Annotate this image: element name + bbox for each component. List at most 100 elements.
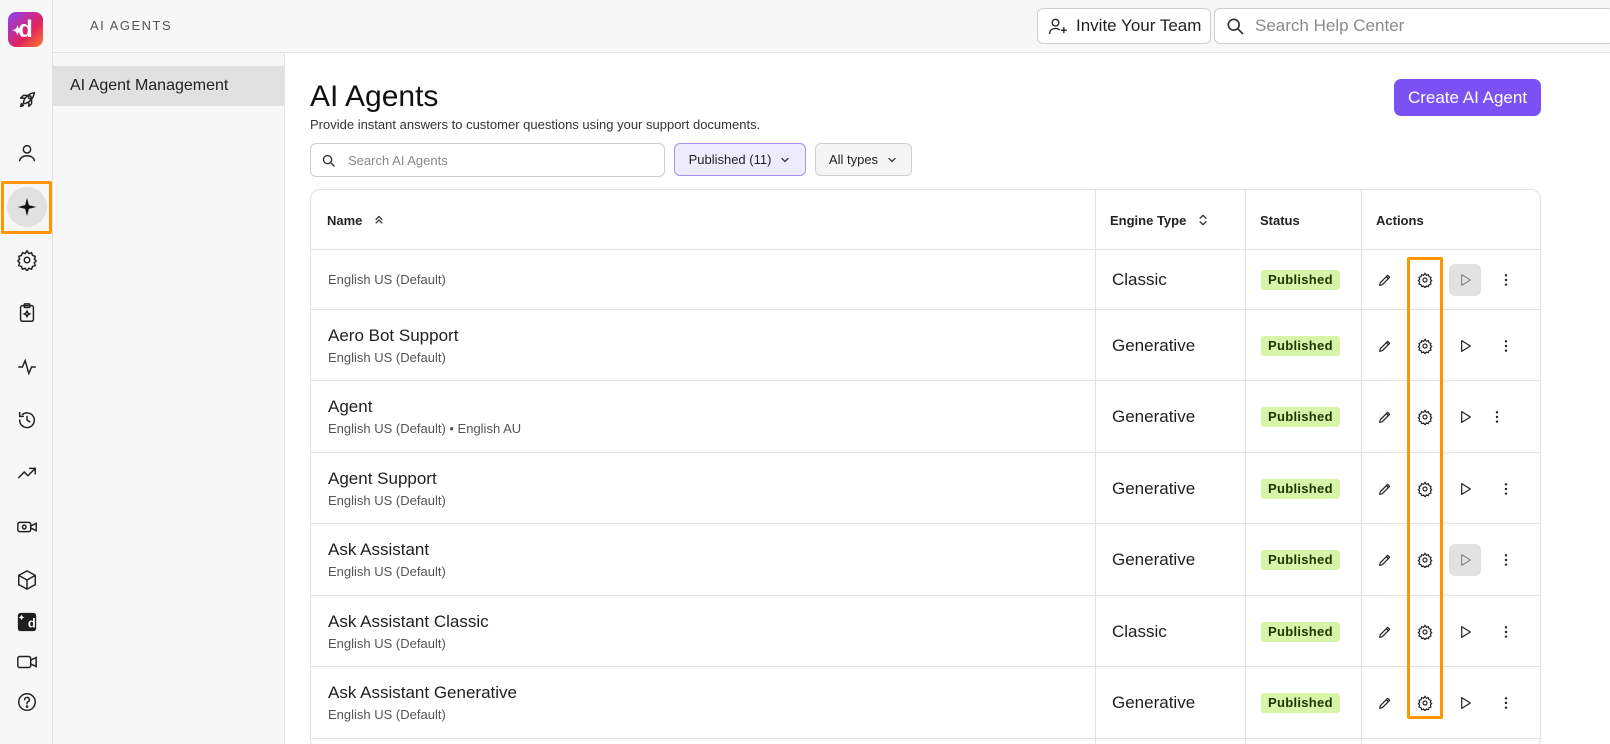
edit-button[interactable] <box>1369 401 1401 433</box>
activity-icon[interactable] <box>0 347 53 387</box>
edit-button[interactable] <box>1369 687 1401 719</box>
agent-name[interactable]: Ask Assistant <box>328 540 429 560</box>
agent-name[interactable]: Agent <box>328 397 372 417</box>
name-column-header[interactable]: Name <box>327 190 386 250</box>
video-gear-icon[interactable] <box>0 507 53 547</box>
edit-button[interactable] <box>1369 473 1401 505</box>
history-icon[interactable] <box>0 400 53 440</box>
search-agents-placeholder: Search AI Agents <box>348 152 448 168</box>
more-options-button[interactable] <box>1490 544 1522 576</box>
more-options-button[interactable] <box>1490 330 1522 362</box>
status-badge: Published <box>1261 270 1340 290</box>
table-row[interactable]: Ask Assistant Classic English US (Default… <box>311 596 1540 667</box>
play-icon <box>1457 552 1473 568</box>
page-title: AI Agents <box>310 80 439 113</box>
sort-icon <box>1199 214 1207 226</box>
more-options-button[interactable] <box>1490 687 1522 719</box>
more-vertical-icon <box>1498 552 1514 568</box>
engine-type: Generative <box>1112 407 1196 426</box>
search-agents-input[interactable]: Search AI Agents <box>310 143 665 177</box>
app-logo[interactable]: ✦ d <box>8 12 43 47</box>
status-column-header: Status <box>1260 212 1300 228</box>
agent-languages: English US (Default) <box>328 492 446 508</box>
active-rail-highlight <box>1 181 52 234</box>
pencil-icon <box>1377 409 1393 425</box>
table-row[interactable]: Agent English US (Default) • English AU Ge… <box>311 381 1540 453</box>
search-icon <box>322 154 335 167</box>
more-vertical-icon <box>1489 409 1505 425</box>
chevron-down-icon <box>781 157 790 162</box>
clipboard-sparkle-icon[interactable] <box>0 293 53 333</box>
agent-languages: English US (Default) • English AU <box>328 421 522 436</box>
invite-label: Invite Your Team <box>1076 16 1202 35</box>
type-filter-dropdown[interactable]: All types <box>815 143 912 176</box>
sort-icon <box>375 215 383 224</box>
more-options-button[interactable] <box>1490 616 1522 648</box>
agent-name[interactable]: Ask Assistant Generative <box>328 683 517 703</box>
cube-icon[interactable] <box>0 560 53 600</box>
status-badge: Published <box>1261 478 1340 499</box>
table-row[interactable]: Aero Bot Support English US (Default) Gene… <box>311 310 1540 381</box>
table-header: Name Engine Type Status Actions <box>311 190 1540 250</box>
help-icon[interactable] <box>0 682 53 722</box>
status-badge: Published <box>1261 335 1340 356</box>
test-agent-button[interactable] <box>1449 544 1481 576</box>
engine-type: Classic <box>1112 621 1167 641</box>
edit-button[interactable] <box>1369 330 1401 362</box>
rocket-icon[interactable] <box>0 80 53 120</box>
engine-type: Generative <box>1112 335 1196 355</box>
secondary-sidebar: AI Agent Management <box>53 53 285 744</box>
type-filter-label: All types <box>828 152 879 167</box>
edit-button[interactable] <box>1369 544 1401 576</box>
status-filter-dropdown[interactable]: Published (11) <box>674 143 806 176</box>
play-icon <box>1457 481 1473 497</box>
more-options-button[interactable] <box>1481 401 1513 433</box>
edit-button[interactable] <box>1369 264 1401 296</box>
pencil-icon <box>1377 481 1393 497</box>
svg-text:d: d <box>27 616 35 631</box>
agent-name[interactable]: Ask Assistant Classic <box>328 612 489 632</box>
search-icon <box>1227 18 1244 35</box>
table-row[interactable]: Ask Assistant Generative English US (Defa… <box>311 667 1540 739</box>
gear-icon[interactable] <box>0 240 53 280</box>
table-row[interactable]: Ask Assistant English US (Default) Generat… <box>311 524 1540 596</box>
status-badge: Published <box>1261 693 1340 713</box>
edit-button[interactable] <box>1369 616 1401 648</box>
engine-column-header[interactable]: Engine Type <box>1110 190 1210 250</box>
trending-icon[interactable] <box>0 453 53 493</box>
play-icon <box>1457 409 1473 425</box>
table-row[interactable]: English US (Default) Classic Published <box>311 250 1540 310</box>
test-agent-button[interactable] <box>1449 330 1481 362</box>
actions-column-header: Actions <box>1376 212 1424 228</box>
video-icon[interactable] <box>0 642 53 682</box>
pencil-icon <box>1377 552 1393 568</box>
pencil-icon <box>1377 338 1393 354</box>
more-vertical-icon <box>1498 624 1514 640</box>
test-agent-button[interactable] <box>1449 401 1481 433</box>
agent-languages: English US (Default) <box>328 272 446 287</box>
test-agent-button[interactable] <box>1449 616 1481 648</box>
agent-name[interactable]: Agent Support <box>328 469 437 489</box>
test-agent-button[interactable] <box>1449 264 1481 296</box>
play-icon <box>1457 624 1473 640</box>
agent-languages: English US (Default) <box>328 635 446 651</box>
more-options-button[interactable] <box>1490 264 1522 296</box>
help-search-input[interactable]: Search Help Center <box>1214 8 1610 44</box>
create-ai-agent-button[interactable]: Create AI Agent <box>1394 79 1541 116</box>
more-options-button[interactable] <box>1490 473 1522 505</box>
test-agent-button[interactable] <box>1449 473 1481 505</box>
test-agent-button[interactable] <box>1449 687 1481 719</box>
agent-languages: English US (Default) <box>328 564 446 579</box>
table-row[interactable]: Agent Support English US (Default) Generat… <box>311 453 1540 524</box>
breadcrumb: AI AGENTS <box>90 18 173 33</box>
status-badge: Published <box>1261 407 1340 427</box>
subnav-item-ai-agent-management[interactable]: AI Agent Management <box>53 66 284 106</box>
more-vertical-icon <box>1498 338 1514 354</box>
invite-team-button[interactable]: Invite Your Team <box>1037 8 1211 44</box>
more-vertical-icon <box>1498 272 1514 288</box>
d-logo-icon[interactable]: d <box>0 602 53 642</box>
status-badge: Published <box>1261 621 1340 642</box>
agent-name[interactable]: Aero Bot Support <box>328 326 458 346</box>
person-icon[interactable] <box>0 133 53 173</box>
top-bar: AI AGENTS Invite Your Team Search Help C… <box>53 0 1610 53</box>
